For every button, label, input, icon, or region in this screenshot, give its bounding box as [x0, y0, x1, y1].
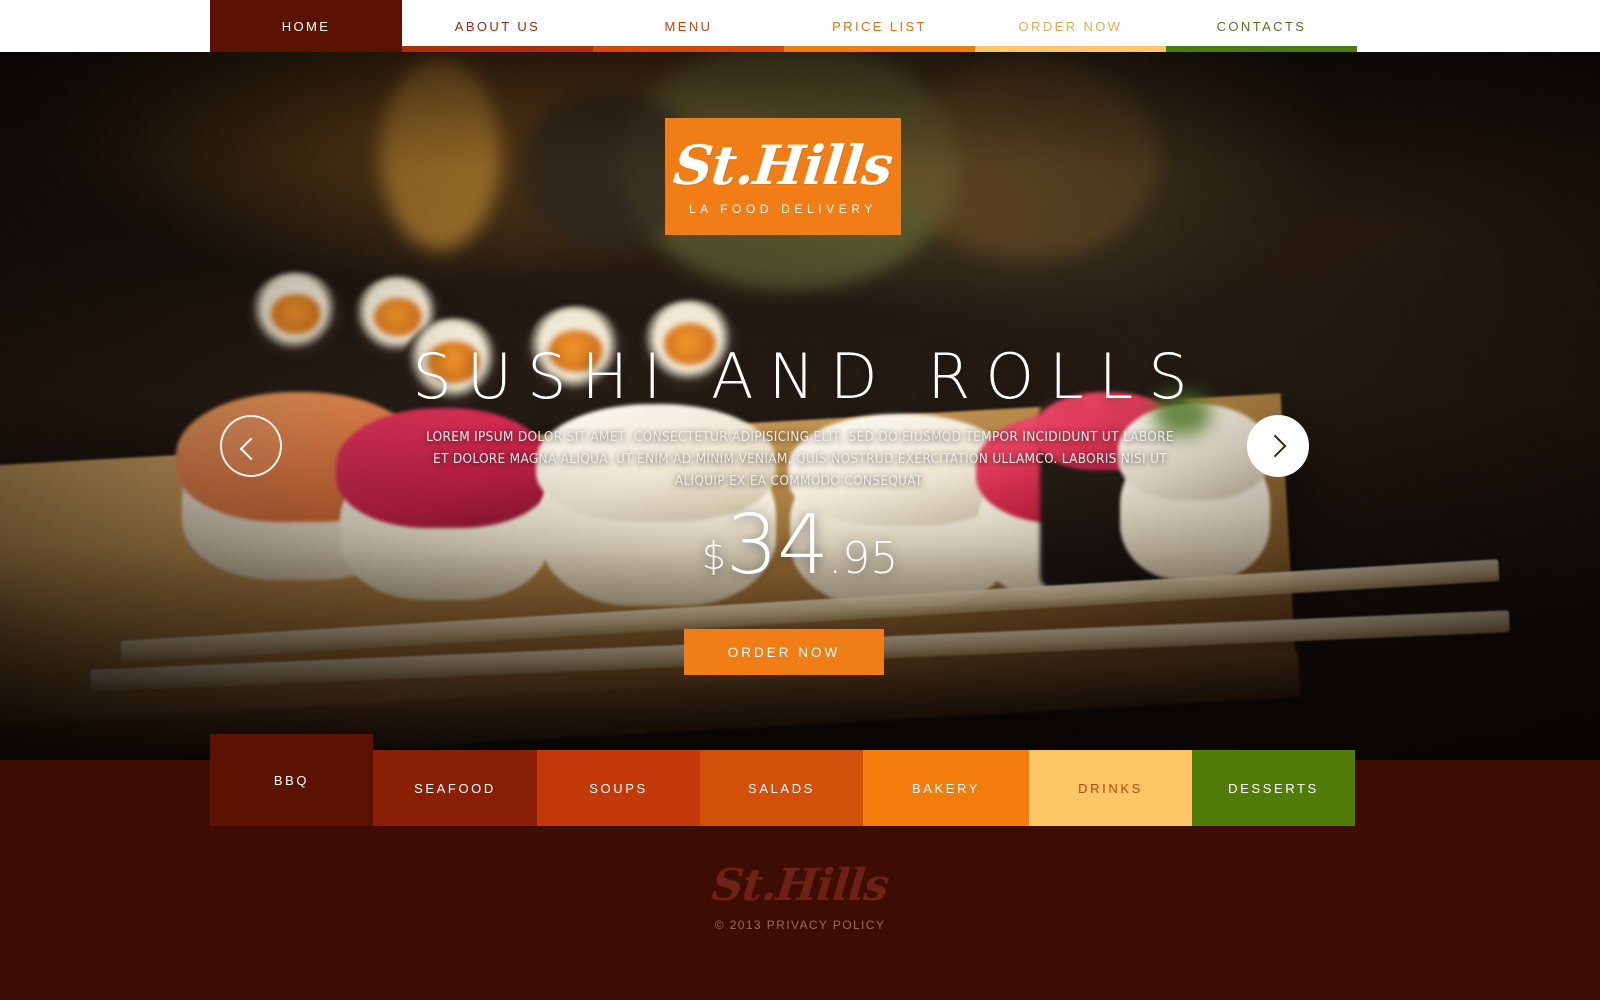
category-label: DRINKS — [1078, 780, 1143, 796]
main-navigation: HOME ABOUT US MENU PRICE LIST ORDER NOW CONTA… — [0, 0, 1600, 52]
price-currency-symbol: $ — [701, 534, 726, 578]
category-tile-soups[interactable]: SOUPS — [537, 750, 700, 826]
chevron-left-icon — [239, 437, 263, 461]
category-label: SOUPS — [589, 780, 648, 796]
category-label: DESSERTS — [1228, 780, 1319, 796]
nav-item-about-us[interactable]: ABOUT US — [402, 0, 593, 52]
nav-item-order-now[interactable]: ORDER NOW — [975, 0, 1166, 52]
slider-prev-button[interactable] — [220, 415, 282, 477]
nav-item-label: PRICE LIST — [832, 18, 927, 34]
nav-item-label: CONTACTS — [1216, 18, 1307, 34]
slider-next-button[interactable] — [1247, 415, 1309, 477]
price-integer: 34 — [725, 498, 829, 593]
hero-description: LOREM IPSUM DOLOR SIT AMET, CONSECTETUR … — [426, 429, 1174, 489]
logo-tagline: LA FOOD DELIVERY — [688, 201, 878, 216]
site-footer: St.Hills © 2013 PRIVACY POLICY — [0, 826, 1600, 1000]
nav-left-spacer — [0, 0, 210, 52]
hero-title: SUSHI AND ROLLS — [412, 340, 1203, 413]
site-logo[interactable]: St.Hills LA FOOD DELIVERY — [665, 118, 901, 235]
nav-item-underline — [1166, 46, 1357, 52]
nav-item-label: ABOUT US — [454, 18, 541, 34]
category-label: SALADS — [748, 780, 815, 796]
category-tile-bakery[interactable]: BAKERY — [863, 750, 1029, 826]
nav-item-contacts[interactable]: CONTACTS — [1166, 0, 1357, 52]
nav-item-label: MENU — [664, 18, 713, 34]
nav-item-underline — [975, 46, 1166, 52]
category-bar: BBQ SEAFOOD SOUPS SALADS BAKERY DRINKS DESSERT… — [210, 734, 1355, 826]
nav-item-home[interactable]: HOME — [210, 0, 402, 52]
category-label: BBQ — [273, 772, 310, 788]
category-tile-drinks[interactable]: DRINKS — [1029, 750, 1192, 826]
chevron-right-icon — [1263, 434, 1287, 458]
nav-item-underline — [402, 46, 593, 52]
category-label: SEAFOOD — [414, 780, 496, 796]
page-root: HOME ABOUT US MENU PRICE LIST ORDER NOW CONTA… — [0, 0, 1600, 1000]
order-now-button[interactable]: ORDER NOW — [684, 629, 884, 675]
category-tile-seafood[interactable]: SEAFOOD — [373, 750, 537, 826]
nav-item-label: ORDER NOW — [1018, 18, 1123, 34]
bokeh-blob — [380, 60, 500, 250]
nav-item-underline — [593, 46, 784, 52]
hero-price: $34.95 — [0, 505, 1600, 587]
category-tile-salads[interactable]: SALADS — [700, 750, 863, 826]
nav-right-spacer — [1357, 0, 1600, 52]
nav-item-menu[interactable]: MENU — [593, 0, 784, 52]
nav-item-underline — [784, 46, 975, 52]
nav-items: HOME ABOUT US MENU PRICE LIST ORDER NOW CONTA… — [210, 0, 1357, 52]
category-tile-bbq[interactable]: BBQ — [210, 734, 373, 826]
nav-item-label: HOME — [281, 18, 331, 34]
bokeh-blob — [900, 60, 1160, 260]
footer-copyright[interactable]: © 2013 PRIVACY POLICY — [715, 918, 886, 932]
category-label: BAKERY — [911, 780, 981, 796]
category-tile-desserts[interactable]: DESSERTS — [1192, 750, 1355, 826]
footer-logo[interactable]: St.Hills — [709, 860, 890, 911]
price-decimal: .95 — [828, 533, 899, 584]
logo-wordmark: St.Hills — [670, 132, 896, 197]
nav-item-price-list[interactable]: PRICE LIST — [784, 0, 975, 52]
